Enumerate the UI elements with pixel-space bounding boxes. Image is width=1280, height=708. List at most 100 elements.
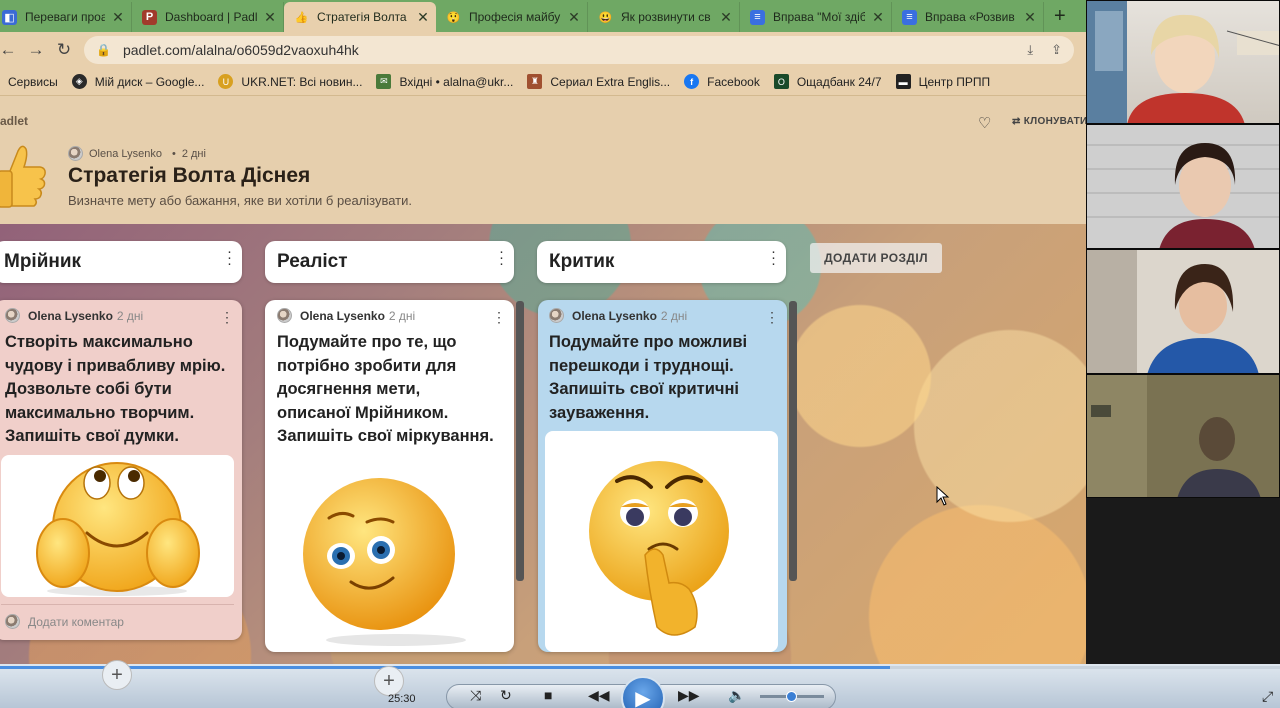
avatar[interactable]	[5, 308, 20, 323]
participant-video-2[interactable]	[1086, 124, 1280, 249]
author-name[interactable]: Olena Lysenko	[89, 148, 162, 160]
shuffle-icon[interactable]: ⤨	[470, 687, 481, 704]
back-icon[interactable]: ←	[0, 40, 22, 60]
post-line: максимально творчим.	[5, 403, 195, 422]
share-icon[interactable]: ⇪	[1051, 42, 1062, 58]
seek-bar[interactable]	[0, 666, 1280, 669]
post-card-critic[interactable]: Olena Lysenko 2 дні ⋮ Подумайте про можл…	[538, 300, 787, 652]
docs-icon: ≡	[902, 9, 917, 25]
column-header-realist[interactable]: Реаліст · · ·	[265, 241, 514, 283]
fast-forward-icon[interactable]: ▶▶	[678, 687, 700, 704]
forward-icon[interactable]: →	[22, 40, 50, 60]
close-icon[interactable]: ✕	[567, 9, 581, 26]
close-icon[interactable]: ✕	[719, 9, 733, 26]
column-scrollbar[interactable]	[789, 301, 797, 581]
padlet-logo[interactable]: adlet	[0, 114, 28, 128]
tab-2[interactable]: P Dashboard | Padl ✕	[132, 2, 284, 32]
close-icon[interactable]: ✕	[263, 9, 277, 26]
drive-icon: ◈	[71, 74, 87, 89]
author-name[interactable]: Olena Lysenko	[28, 309, 113, 323]
bookmark-item[interactable]: Сервисы	[8, 75, 58, 89]
page-description: Визначте мету або бажання, яке ви хотіли…	[68, 193, 412, 208]
install-icon[interactable]: ⤓	[1027, 42, 1033, 58]
participant-video-4[interactable]	[1086, 374, 1280, 498]
new-tab-button[interactable]: +	[1044, 2, 1076, 32]
avatar[interactable]	[277, 308, 292, 323]
participant-photo	[1087, 143, 1279, 248]
repeat-icon[interactable]: ↻	[500, 687, 512, 704]
post-header: Olena Lysenko 2 дні	[549, 308, 687, 323]
tab-6[interactable]: ≡ Вправа "Мої здіб ✕	[740, 2, 892, 32]
volume-knob[interactable]	[786, 691, 797, 702]
close-icon[interactable]: ✕	[1023, 9, 1037, 26]
tab-4[interactable]: 😲 Професія майбу ✕	[436, 2, 588, 32]
browser-toolbar: ← → ↻ 🔒 padlet.com/alalna/o6059d2vaoxuh4…	[0, 32, 1086, 68]
ukrnet-icon: U	[218, 74, 234, 89]
more-vert-icon[interactable]: · · ·	[227, 244, 232, 271]
close-icon[interactable]: ✕	[871, 9, 885, 26]
bookmark-item[interactable]: U UKR.NET: Всі новин...	[218, 74, 362, 89]
add-section-button[interactable]: ДОДАТИ РОЗДІЛ	[810, 243, 942, 273]
participant-video-1[interactable]	[1086, 0, 1280, 124]
address-bar[interactable]: 🔒 padlet.com/alalna/o6059d2vaoxuh4hk ⤓ ⇪	[84, 36, 1074, 64]
reload-icon[interactable]: ↻	[50, 40, 78, 60]
participant-video-3[interactable]	[1086, 249, 1280, 374]
post-card-dreamer[interactable]: Olena Lysenko 2 дні ⋮ Створіть максималь…	[0, 300, 242, 640]
avatar[interactable]	[68, 146, 83, 161]
padlet-header: adlet ♡ ⇄ КЛОНУВАТИ Olena Lysenko • 2 дн…	[0, 96, 1086, 224]
mail-icon: ✉	[376, 74, 392, 89]
close-icon[interactable]: ✕	[416, 9, 430, 26]
bookmark-item[interactable]: ◈ Мій диск – Google...	[71, 74, 205, 89]
bookmarks-bar: Сервисы ◈ Мій диск – Google... U UKR.NET…	[0, 68, 1086, 96]
column-header-critic[interactable]: Критик · · ·	[537, 241, 786, 283]
more-vert-icon[interactable]: · · ·	[499, 244, 504, 271]
participants-empty-area	[1086, 498, 1280, 664]
post-image[interactable]	[271, 460, 508, 650]
heart-icon[interactable]: ♡	[978, 114, 991, 132]
bookmark-label: Ощадбанк 24/7	[796, 74, 882, 89]
volume-icon[interactable]: 🔈	[728, 687, 745, 704]
column-scrollbar[interactable]	[516, 301, 524, 581]
video-controls: + + 25:30 ⤨ ↻ ■ ◀◀ ▶ ▶▶ 🔈 ⤢	[0, 660, 1280, 708]
more-vert-icon[interactable]: · · ·	[771, 244, 776, 271]
play-button[interactable]: ▶	[621, 676, 665, 708]
tab-title: Професія майбу	[469, 10, 561, 24]
dreaming-emoji-icon	[36, 462, 200, 596]
bookmark-label: Сервисы	[8, 74, 58, 89]
author-name[interactable]: Olena Lysenko	[572, 309, 657, 323]
add-comment[interactable]: Додати коментар	[5, 614, 124, 629]
post-card-realist[interactable]: Olena Lysenko 2 дні ⋮ Подумайте про те, …	[265, 300, 514, 652]
more-vert-icon[interactable]: ⋮	[220, 309, 234, 326]
padlet-canvas: adlet ♡ ⇄ КЛОНУВАТИ Olena Lysenko • 2 дн…	[0, 96, 1086, 664]
bookmark-item[interactable]: f Facebook	[684, 74, 760, 89]
add-post-button[interactable]: +	[102, 660, 132, 690]
tab-7[interactable]: ≡ Вправа «Розвив ✕	[892, 2, 1044, 32]
more-vert-icon[interactable]: ⋮	[765, 309, 779, 326]
post-image[interactable]	[1, 455, 234, 597]
column-header-dreamer[interactable]: Мрійник · · ·	[0, 241, 242, 283]
bookmark-label: Мій диск – Google...	[94, 74, 205, 89]
post-age: 2 дні	[181, 147, 206, 160]
rewind-icon[interactable]: ◀◀	[588, 687, 610, 704]
post-line: Запишіть свої думки.	[5, 427, 179, 445]
post-image[interactable]	[545, 431, 778, 652]
bookmark-item[interactable]: O Ощадбанк 24/7	[773, 74, 882, 89]
stop-icon[interactable]: ■	[544, 687, 552, 703]
tab-1[interactable]: ◧ Переваги проак ✕	[0, 2, 132, 32]
center-icon: ▬	[895, 74, 911, 89]
remake-button[interactable]: ⇄ КЛОНУВАТИ	[1012, 116, 1086, 127]
tab-3-active[interactable]: 👍 Стратегія Волта Д ✕	[284, 2, 436, 32]
bookmark-item[interactable]: ♜ Сериал Extra Englis...	[527, 74, 670, 89]
post-line: Запишіть свої критичні	[549, 380, 740, 398]
author-name[interactable]: Olena Lysenko	[300, 309, 385, 323]
bookmark-item[interactable]: ✉ Вхідні • alalna@ukr...	[376, 74, 513, 89]
avatar[interactable]	[549, 308, 564, 323]
post-line: описаної Мрійником.	[277, 403, 449, 422]
more-vert-icon[interactable]: ⋮	[492, 309, 506, 326]
add-post-button[interactable]: +	[374, 666, 404, 696]
post-text: Подумайте про можливі перешкоди і трудно…	[549, 331, 747, 425]
tab-5[interactable]: 😃 Як розвинути св ✕	[588, 2, 740, 32]
bookmark-item[interactable]: ▬ Центр ПРПП	[895, 74, 990, 89]
fullscreen-icon[interactable]: ⤢	[1262, 688, 1273, 705]
close-icon[interactable]: ✕	[111, 9, 125, 26]
